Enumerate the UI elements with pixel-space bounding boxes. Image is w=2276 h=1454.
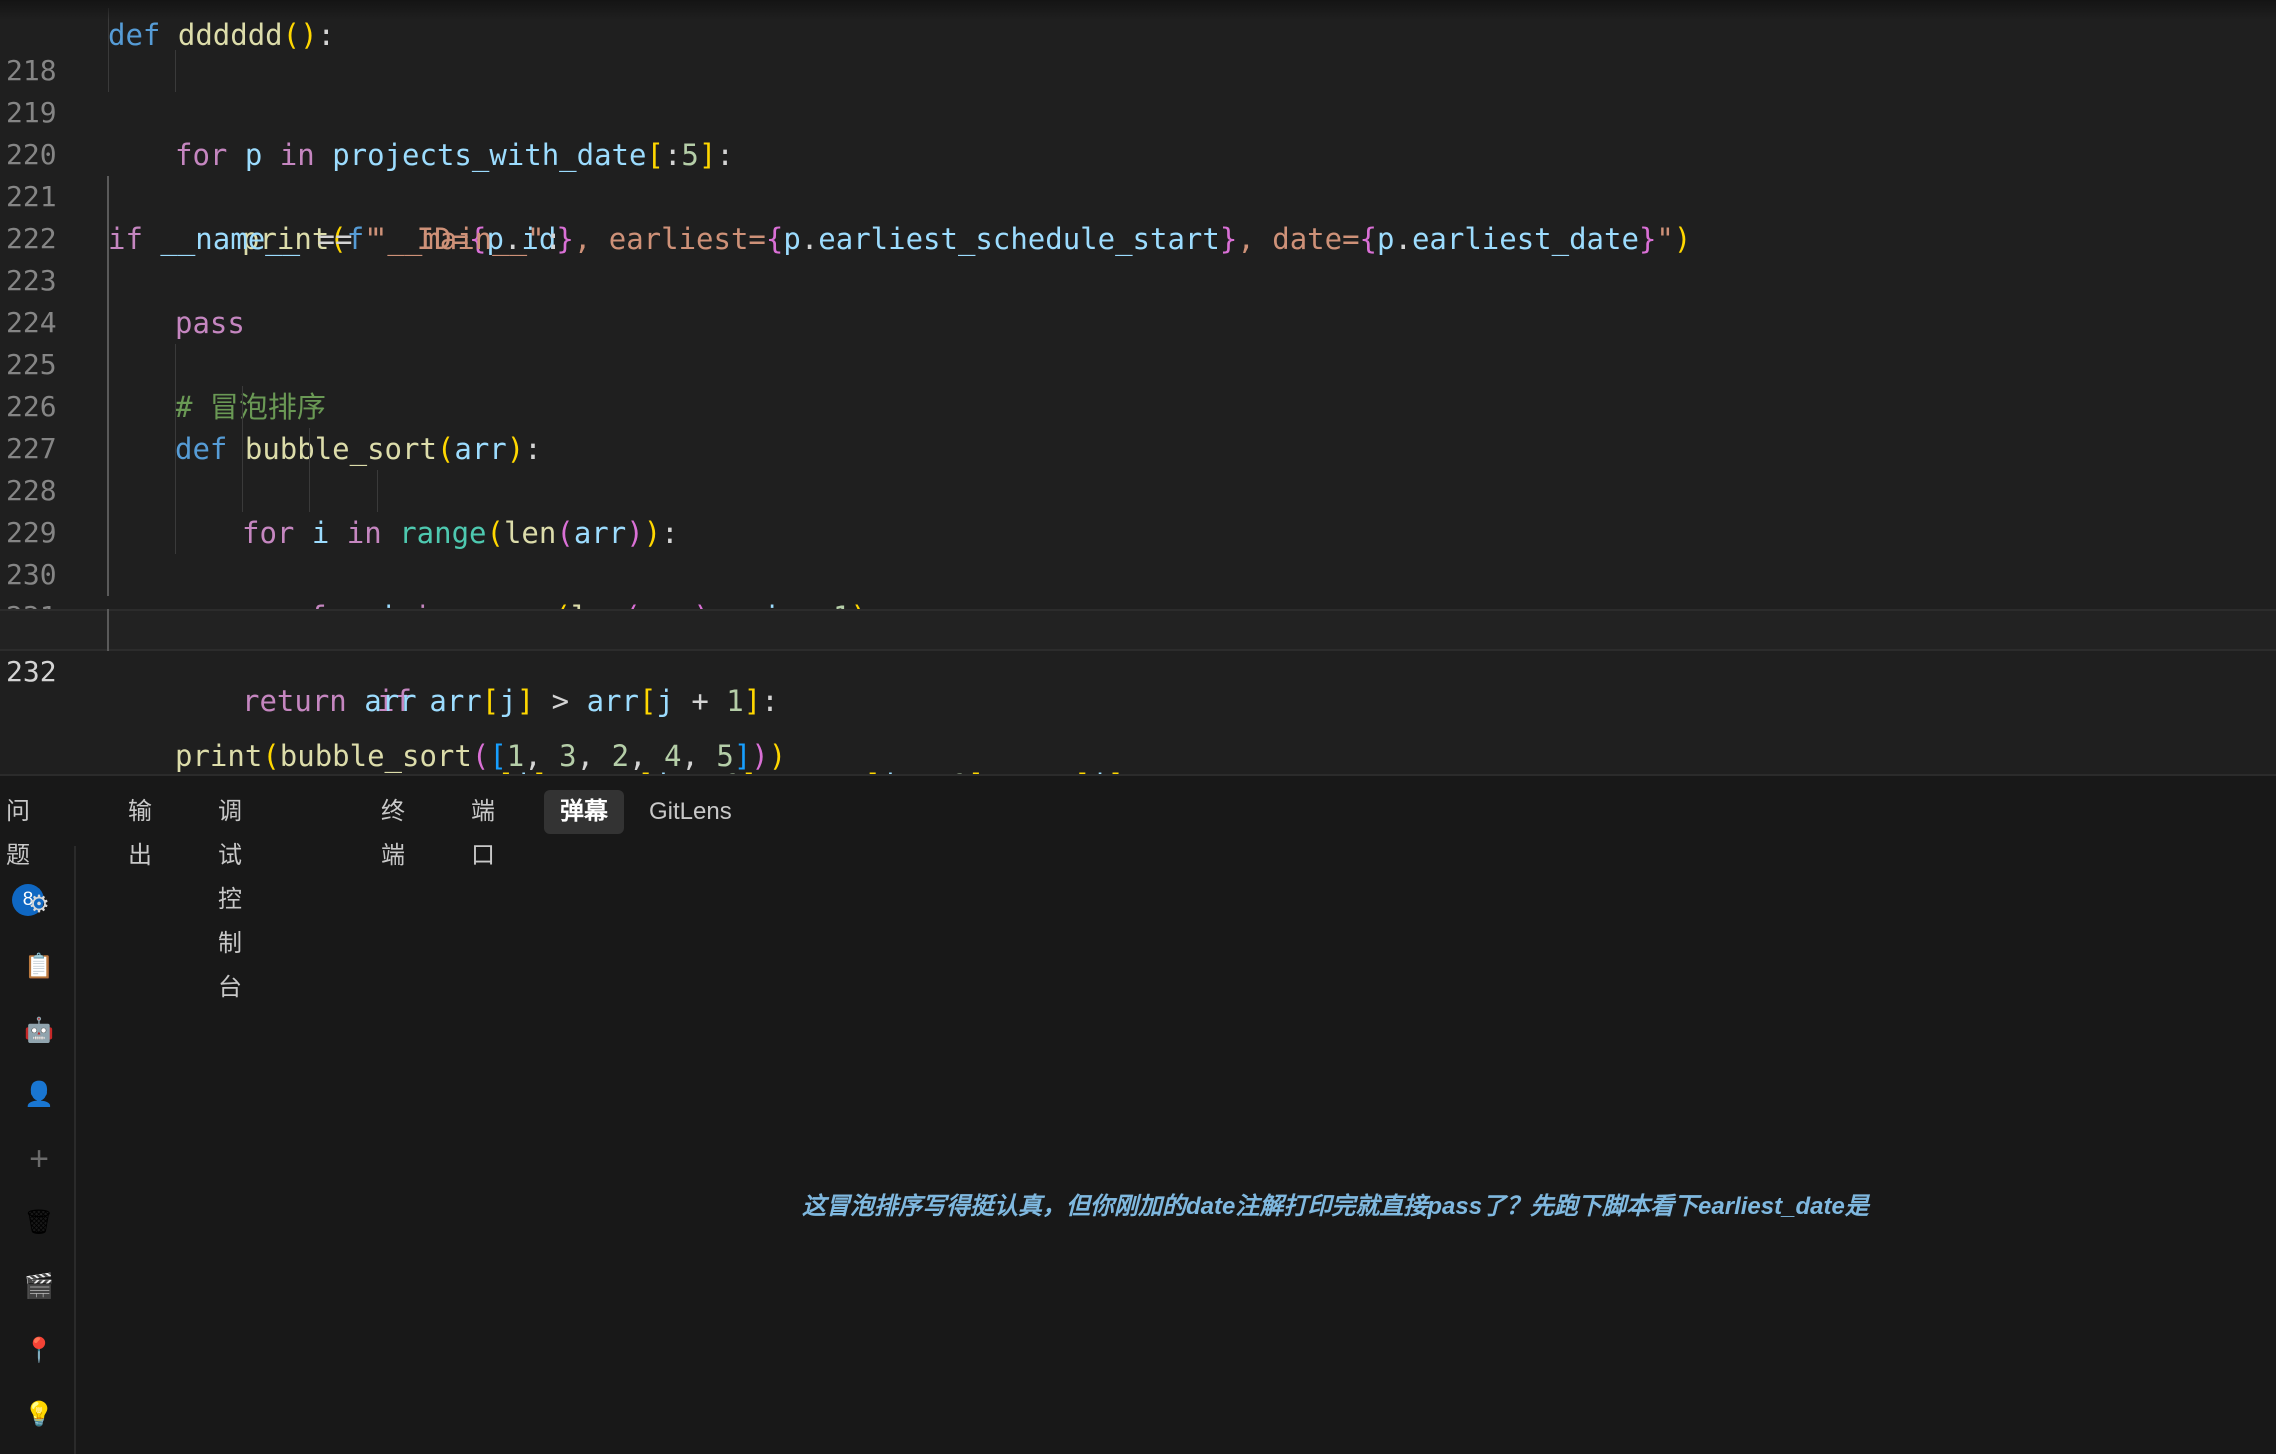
- editor-line[interactable]: 222 pass: [0, 176, 2276, 340]
- tab-label: 调试控制台: [218, 798, 242, 1001]
- tab-label: 弹幕: [560, 798, 608, 825]
- lightbulb-icon[interactable]: 💡: [20, 1396, 58, 1434]
- code-text: print(bubble_sort([1, 3, 2, 4, 5])): [175, 739, 787, 773]
- editor-line[interactable]: 223: [0, 218, 2276, 297]
- code-text: return arr: [242, 684, 417, 718]
- tab-label: GitLens: [649, 798, 732, 825]
- clapper-icon[interactable]: 🎬: [20, 1268, 58, 1306]
- indent-guide: [175, 50, 176, 92]
- tab-ports[interactable]: 端口: [461, 790, 505, 869]
- line-number: 232: [6, 655, 57, 688]
- indent-guide: [309, 470, 310, 512]
- tab-terminal[interactable]: 终端: [371, 790, 415, 869]
- indent-guide-active: [107, 386, 109, 428]
- tab-label: 终端: [381, 798, 405, 869]
- editor-line[interactable]: 219 print(f" ID={p.id}, earliest={p.earl…: [0, 50, 2276, 256]
- indent-guide-active: [107, 176, 109, 218]
- tab-gitlens[interactable]: GitLens: [639, 790, 742, 834]
- editor-line[interactable]: 224 # 冒泡排序: [0, 260, 2276, 424]
- indent-guide-active: [107, 609, 109, 651]
- bottom-panel: 问题8 输出 调试控制台 终端 端口 弹幕 GitLens ⚙ 📋 🤖 👤 + …: [0, 774, 2276, 1454]
- clipboard-icon[interactable]: 📋: [20, 948, 58, 986]
- indent-guide: [242, 470, 243, 512]
- editor-line[interactable]: 221 if __name__ == "__main__":: [0, 134, 2276, 256]
- editor-line[interactable]: 220: [0, 92, 2276, 171]
- editor-scroll-shadow: [0, 0, 2276, 20]
- tab-label: 端口: [471, 798, 495, 869]
- editor-line[interactable]: 228 if arr[j] > arr[j + 1]:: [0, 428, 2276, 718]
- tab-output[interactable]: 输出: [118, 790, 162, 869]
- tab-label: 输出: [128, 798, 152, 869]
- editor-line[interactable]: 227 for j in range(len(arr) − i − 1):: [0, 386, 2276, 634]
- tab-debug-console[interactable]: 调试控制台: [208, 790, 252, 1001]
- editor-line[interactable]: 231: [0, 554, 2276, 633]
- indent-guide-active: [107, 428, 109, 470]
- indent-guide-active: [107, 302, 109, 344]
- indent-guide: [108, 50, 109, 92]
- code-text: if arr[j] > arr[j + 1]:: [377, 684, 779, 718]
- robot-icon[interactable]: 🤖: [20, 1012, 58, 1050]
- indent-guide: [175, 386, 176, 428]
- indent-guide: [242, 386, 243, 428]
- user-icon[interactable]: 👤: [20, 1076, 58, 1114]
- indent-guide: [242, 428, 243, 470]
- trash-icon[interactable]: 🗑: [20, 1204, 58, 1242]
- plus-icon[interactable]: +: [20, 1140, 58, 1178]
- tab-danmaku[interactable]: 弹幕: [544, 790, 624, 834]
- indent-guide-active: [107, 260, 109, 302]
- indent-guide-active: [107, 218, 109, 260]
- indent-guide: [175, 470, 176, 512]
- indent-guide: [175, 512, 176, 554]
- indent-guide: [377, 470, 378, 512]
- indent-guide: [175, 344, 176, 386]
- code-editor[interactable]: def dddddd(): 218 for p in projects_with…: [0, 0, 2276, 774]
- editor-line[interactable]: 225 def bubble_sort(arr):: [0, 302, 2276, 466]
- editor-line[interactable]: 226 for i in range(len(arr)):: [0, 344, 2276, 550]
- indent-guide-active: [107, 470, 109, 512]
- indent-guide-active: [107, 554, 109, 596]
- gear-icon[interactable]: ⚙: [20, 886, 58, 924]
- indent-guide: [309, 428, 310, 470]
- tab-problems[interactable]: 问题8: [0, 790, 54, 916]
- danmaku-comment: 这冒泡排序写得挺认真，但你刚加的date注解打印完就直接pass了？先跑下脚本看…: [802, 1193, 1869, 1220]
- indent-guide-active: [107, 344, 109, 386]
- editor-line[interactable]: 229 arr[j], arr[j + 1] = arr[j + 1], arr…: [0, 470, 2276, 774]
- indent-guide-active: [107, 512, 109, 554]
- editor-line[interactable]: 230 return arr: [0, 512, 2276, 718]
- danmaku-toolbar: ⚙ 📋 🤖 👤 + 🗑 🎬 📍 💡: [0, 846, 76, 1454]
- pin-icon[interactable]: 📍: [20, 1332, 58, 1370]
- editor-line-current[interactable]: 232 print(bubble_sort([1, 3, 2, 4, 5])): [0, 609, 2276, 773]
- indent-guide: [175, 428, 176, 470]
